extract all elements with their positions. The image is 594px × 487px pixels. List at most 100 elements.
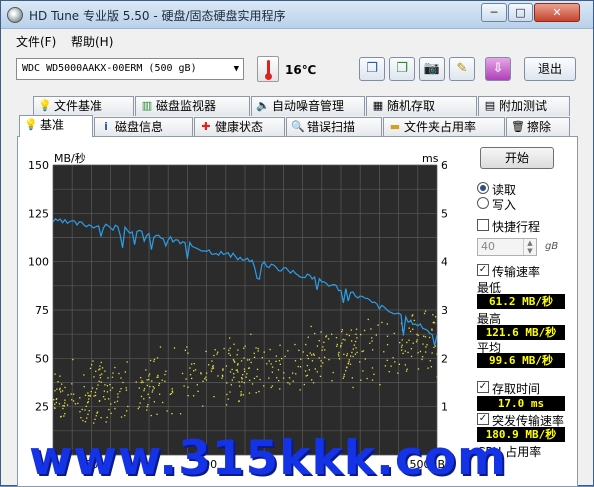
window-title: HD Tune 专业版 5.50 - 硬盘/固态硬盘实用程序 — [29, 9, 286, 23]
access-time-point — [253, 377, 256, 380]
access-time-point — [243, 357, 245, 359]
tab-disk-info[interactable]: i 磁盘信息 — [94, 117, 193, 137]
menu-help[interactable]: 帮助(H) — [71, 33, 113, 50]
burst-rate-checkbox[interactable]: ✓ — [477, 413, 489, 425]
tab-health[interactable]: ✚ 健康状态 — [194, 117, 285, 137]
access-time-point — [213, 354, 215, 357]
access-time-point — [226, 393, 228, 396]
copy-button[interactable]: ❐ — [359, 57, 385, 81]
tab-erase[interactable]: 🗑 擦除 — [506, 117, 570, 137]
tab-file-benchmark[interactable]: 💡 文件基准 — [33, 96, 134, 116]
read-radio[interactable] — [477, 182, 489, 194]
y-tick-left: 100 — [28, 256, 49, 269]
access-time-value: 17.0 ms — [477, 396, 565, 411]
access-time-point — [60, 415, 62, 418]
transfer-rate-label: 传输速率 — [492, 265, 541, 279]
access-time-point — [89, 367, 92, 369]
tab-folder-usage[interactable]: ▬ 文件夹占用率 — [383, 117, 505, 137]
access-time-point — [289, 383, 291, 385]
access-time-point — [117, 396, 119, 398]
access-time-point — [116, 400, 119, 402]
access-time-point — [61, 383, 63, 385]
access-time-point — [233, 343, 235, 345]
save-button[interactable]: ⇩ — [485, 57, 511, 81]
menu-file[interactable]: 文件(F) — [16, 33, 56, 50]
quick-stroke-checkbox[interactable] — [477, 219, 489, 231]
access-time-point — [341, 331, 343, 333]
access-time-point — [229, 347, 231, 349]
tab-random-access[interactable]: ▦ 随机存取 — [366, 96, 477, 116]
tab-error-scan[interactable]: 🔍 错误扫描 — [286, 117, 382, 137]
access-time-point — [143, 389, 145, 392]
access-time-point — [125, 389, 128, 391]
access-time-point — [196, 384, 198, 386]
tab-disk-monitor[interactable]: ▥ 磁盘监视器 — [135, 96, 250, 116]
access-time-point — [173, 347, 176, 349]
access-time-point — [311, 360, 314, 362]
access-time-point — [126, 361, 128, 363]
quick-stroke-stepper[interactable]: 40 ▲ ▼ — [477, 238, 537, 256]
access-time-point — [276, 377, 278, 379]
access-time-point — [411, 315, 413, 317]
access-time-point — [312, 382, 315, 384]
access-time-point — [367, 318, 369, 321]
access-time-point — [325, 335, 328, 337]
access-time-point — [425, 346, 427, 348]
access-time-point — [229, 391, 231, 393]
drive-select[interactable]: WDC WD5000AAKX-00ERM (500 gB) ▼ — [16, 58, 244, 80]
access-time-point — [213, 396, 215, 398]
start-button[interactable]: 开始 — [480, 147, 554, 169]
close-button[interactable]: ✕ — [534, 3, 580, 22]
transfer-rate-checkbox[interactable]: ✓ — [477, 264, 489, 276]
maximize-button[interactable]: □ — [508, 3, 533, 22]
minimize-button[interactable]: ─ — [481, 3, 507, 22]
access-time-point — [229, 354, 231, 356]
menu-bar: 文件(F) 帮助(H) — [1, 30, 593, 50]
access-time-point — [287, 382, 289, 384]
access-time-point — [138, 387, 140, 389]
health-cross-icon: ✚ — [201, 120, 211, 133]
access-time-point — [404, 364, 406, 366]
access-time-point — [100, 417, 102, 419]
quick-stroke-label: 快捷行程 — [492, 220, 541, 234]
tab-noise-management[interactable]: 🔈 自动噪音管理 — [251, 96, 365, 116]
access-time-point — [171, 390, 173, 392]
exit-button[interactable]: 退出 — [524, 57, 576, 81]
access-time-point — [242, 394, 244, 396]
access-time-point — [112, 372, 114, 374]
y-tick-left: 25 — [35, 401, 49, 414]
copy-icon: ❐ — [366, 61, 378, 76]
access-time-point — [212, 366, 214, 368]
access-time-point — [356, 337, 358, 339]
access-time-checkbox[interactable]: ✓ — [477, 381, 489, 393]
access-time-point — [245, 376, 247, 378]
access-time-point — [415, 341, 418, 343]
access-time-point — [422, 343, 424, 345]
access-time-point — [156, 413, 158, 415]
options-button[interactable]: ✎ — [449, 57, 475, 81]
access-time-point — [189, 374, 192, 376]
access-time-point — [401, 344, 403, 346]
access-time-point — [140, 377, 142, 379]
access-time-point — [162, 401, 164, 404]
access-time-point — [148, 378, 150, 381]
access-time-point — [355, 328, 358, 330]
copy-all-button[interactable]: ❐ — [389, 57, 415, 81]
access-time-point — [181, 372, 184, 375]
info-icon: i — [104, 120, 108, 133]
access-time-point — [159, 346, 162, 348]
tab-extra-tests[interactable]: ▤ 附加测试 — [478, 96, 570, 116]
access-time-point — [71, 399, 73, 401]
access-time-point — [222, 368, 224, 370]
screenshot-button[interactable]: 📷 — [419, 57, 445, 81]
folder-icon: ▬ — [389, 120, 401, 133]
tab-benchmark[interactable]: 💡 基准 — [19, 115, 93, 137]
access-time-point — [193, 370, 195, 372]
access-time-point — [412, 328, 414, 330]
stepper-arrows-icon[interactable]: ▲ ▼ — [523, 239, 536, 255]
access-time-point — [230, 384, 232, 386]
access-time-point — [83, 386, 85, 388]
write-radio[interactable] — [477, 197, 489, 209]
access-time-point — [340, 346, 342, 348]
access-time-point — [118, 372, 120, 375]
